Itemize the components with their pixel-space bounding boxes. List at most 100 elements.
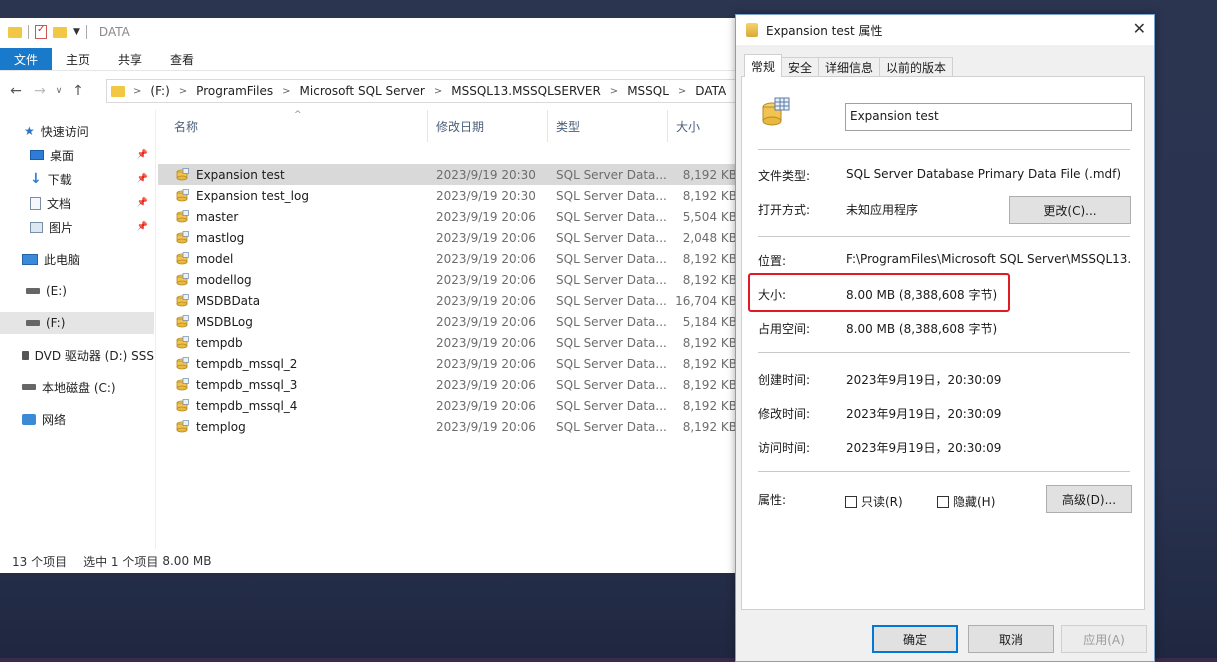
breadcrumb-mssql13[interactable]: MSSQL13.MSSQLSERVER	[451, 84, 601, 98]
column-size[interactable]: 大小	[668, 110, 736, 142]
nav-label: 文档	[47, 196, 72, 211]
nav-label: (F:)	[46, 316, 66, 330]
file-name-input[interactable]: Expansion test	[845, 103, 1132, 131]
nav-this-pc[interactable]: 此电脑	[0, 248, 154, 270]
breadcrumb: > (F:) > ProgramFiles > Microsoft SQL Se…	[133, 84, 726, 98]
file-row[interactable]: tempdb_mssql_2 2023/9/19 20:06 SQL Server …	[158, 353, 736, 374]
column-name[interactable]: 名称	[166, 110, 428, 142]
nav-label: 快速访问	[40, 124, 89, 139]
folder-icon	[111, 85, 125, 97]
nav-documents[interactable]: 文档 📌	[0, 192, 154, 214]
tab-share[interactable]: 共享	[104, 48, 156, 70]
chevron-right-icon[interactable]: >	[610, 86, 618, 97]
dialog-tabs: 常规 安全 详细信息 以前的版本	[744, 54, 954, 77]
column-date-modified[interactable]: 修改日期	[428, 110, 548, 142]
chevron-right-icon[interactable]: >	[282, 86, 290, 97]
breadcrumb-drive-f[interactable]: (F:)	[150, 84, 169, 98]
tab-details[interactable]: 详细信息	[818, 57, 881, 77]
file-size: 8,192 KB	[682, 377, 736, 392]
tab-file[interactable]: 文件	[0, 48, 53, 70]
file-size: 5,504 KB	[682, 209, 736, 224]
file-type: SQL Server Data...	[556, 398, 666, 413]
hidden-checkbox[interactable]: 隐藏(H)	[937, 493, 995, 510]
checkbox-box[interactable]	[937, 495, 949, 508]
nav-label: 本地磁盘 (C:)	[42, 380, 116, 395]
file-row[interactable]: MSDBLog 2023/9/19 20:06 SQL Server Data...…	[158, 311, 736, 332]
back-arrow-icon[interactable]: ←	[4, 83, 28, 99]
file-row[interactable]: modellog 2023/9/19 20:06 SQL Server Data..…	[158, 269, 736, 290]
file-name: mastlog	[196, 230, 245, 245]
chevron-right-icon[interactable]: >	[434, 86, 442, 97]
checkbox-box[interactable]	[845, 495, 857, 508]
location-label: 位置:	[758, 254, 787, 268]
download-icon: ↓	[30, 171, 42, 187]
nav-network[interactable]: 网络	[0, 408, 154, 430]
column-type[interactable]: 类型	[548, 110, 668, 142]
network-icon	[22, 413, 36, 425]
file-size: 8,192 KB	[682, 419, 736, 434]
file-row[interactable]: model 2023/9/19 20:06 SQL Server Data... 8,…	[158, 248, 736, 269]
file-row[interactable]: mastlog 2023/9/19 20:06 SQL Server Data...…	[158, 227, 736, 248]
tab-view[interactable]: 查看	[156, 48, 208, 70]
nav-pictures[interactable]: 图片 📌	[0, 216, 154, 238]
chevron-right-icon[interactable]: >	[678, 86, 686, 97]
tab-security[interactable]: 安全	[781, 57, 820, 77]
readonly-checkbox[interactable]: 只读(R)	[845, 493, 903, 510]
file-row[interactable]: tempdb 2023/9/19 20:06 SQL Server Data... 8…	[158, 332, 736, 353]
address-bar[interactable]: > (F:) > ProgramFiles > Microsoft SQL Se…	[106, 79, 736, 103]
database-file-icon	[762, 97, 790, 126]
file-date: 2023/9/19 20:06	[436, 398, 536, 413]
file-size: 2,048 KB	[682, 230, 736, 245]
close-icon[interactable]: ✕	[1133, 19, 1146, 38]
file-row[interactable]: MSDBData 2023/9/19 20:06 SQL Server Data..…	[158, 290, 736, 311]
forward-arrow-icon[interactable]: →	[28, 83, 52, 99]
new-folder-icon[interactable]	[53, 26, 67, 38]
up-arrow-icon[interactable]: ↑	[66, 83, 90, 99]
customize-dropdown-icon[interactable]: ▼	[73, 27, 80, 37]
tab-general[interactable]: 常规	[744, 54, 783, 77]
breadcrumb-mssql[interactable]: MSSQL	[627, 84, 669, 98]
file-row[interactable]: Expansion test 2023/9/19 20:30 SQL Server …	[158, 164, 736, 185]
file-date: 2023/9/19 20:06	[436, 377, 536, 392]
nav-drive-f[interactable]: (F:)	[0, 312, 154, 334]
file-row[interactable]: master 2023/9/19 20:06 SQL Server Data... 5…	[158, 206, 736, 227]
database-file-icon	[176, 336, 189, 349]
change-button[interactable]: 更改(C)...	[1009, 196, 1131, 224]
nav-label: 桌面	[50, 148, 75, 163]
properties-icon[interactable]	[35, 24, 47, 39]
advanced-button[interactable]: 高级(D)...	[1046, 485, 1132, 513]
file-row[interactable]: tempdb_mssql_4 2023/9/19 20:06 SQL Server …	[158, 395, 736, 416]
file-name: MSDBData	[196, 293, 261, 308]
folder-icon[interactable]	[8, 26, 22, 38]
nav-quick-access[interactable]: ★ 快速访问	[0, 120, 154, 142]
cancel-button[interactable]: 取消	[968, 625, 1054, 653]
breadcrumb-programfiles[interactable]: ProgramFiles	[196, 84, 273, 98]
database-file-icon	[176, 420, 189, 433]
file-name: model	[196, 251, 234, 266]
file-size: 8,192 KB	[682, 398, 736, 413]
recent-locations-dropdown-icon[interactable]: ∨	[52, 86, 66, 96]
nav-dvd-drive[interactable]: DVD 驱动器 (D:) SSS	[0, 344, 154, 366]
nav-desktop[interactable]: 桌面 📌	[0, 144, 154, 166]
file-row[interactable]: templog 2023/9/19 20:06 SQL Server Data...…	[158, 416, 736, 437]
file-type: SQL Server Data...	[556, 230, 666, 245]
nav-local-disk-c[interactable]: 本地磁盘 (C:)	[0, 376, 154, 398]
file-row[interactable]: Expansion test_log 2023/9/19 20:30 SQL Ser…	[158, 185, 736, 206]
ok-button[interactable]: 确定	[872, 625, 958, 653]
database-file-icon	[176, 168, 189, 181]
file-rows: Expansion test 2023/9/19 20:30 SQL Server …	[158, 164, 736, 437]
nav-drive-e[interactable]: (E:)	[0, 280, 154, 302]
file-row[interactable]: tempdb_mssql_3 2023/9/19 20:06 SQL Server …	[158, 374, 736, 395]
database-file-icon	[176, 315, 189, 328]
breadcrumb-data[interactable]: DATA	[695, 84, 726, 98]
file-name: tempdb	[196, 335, 243, 350]
chevron-right-icon[interactable]: >	[133, 86, 141, 97]
tab-previous-versions[interactable]: 以前的版本	[879, 57, 954, 77]
breadcrumb-sql-server[interactable]: Microsoft SQL Server	[300, 84, 425, 98]
apply-button[interactable]: 应用(A)	[1061, 625, 1147, 653]
chevron-right-icon[interactable]: >	[179, 86, 187, 97]
file-type-value: SQL Server Database Primary Data File (.…	[846, 167, 1122, 181]
tab-home[interactable]: 主页	[52, 48, 104, 70]
status-item-count: 13 个项目	[12, 554, 68, 569]
nav-downloads[interactable]: ↓ 下载 📌	[0, 168, 154, 190]
